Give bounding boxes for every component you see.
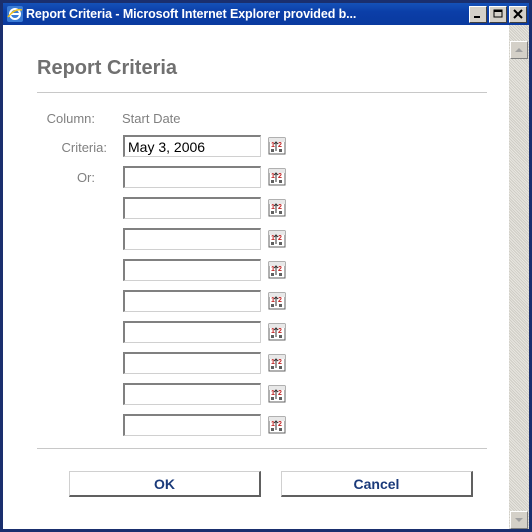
column-label: Column: (46, 111, 95, 126)
date-picker-icon[interactable]: 12 (267, 260, 287, 280)
date-picker-icon[interactable]: 12 (267, 322, 287, 342)
svg-text:2: 2 (278, 359, 282, 366)
window-title: Report Criteria - Microsoft Internet Exp… (26, 7, 357, 21)
dialog-window: Report Criteria - Microsoft Internet Exp… (0, 0, 532, 532)
ok-button[interactable]: OK (69, 471, 261, 497)
or-criteria-input[interactable] (123, 414, 261, 436)
or-criteria-input[interactable] (123, 290, 261, 312)
chevron-up-icon (515, 48, 523, 52)
column-value: Start Date (122, 111, 181, 126)
criteria-label: Criteria: (61, 140, 107, 155)
date-picker-icon[interactable]: 12 (267, 353, 287, 373)
date-picker-icon[interactable]: 12 (267, 291, 287, 311)
svg-text:2: 2 (278, 173, 282, 180)
svg-text:2: 2 (278, 390, 282, 397)
date-picker-icon[interactable]: 12 (267, 229, 287, 249)
svg-text:2: 2 (278, 297, 282, 304)
or-criteria-input[interactable] (123, 321, 261, 343)
scroll-up-button[interactable] (510, 41, 528, 59)
or-criteria-input[interactable] (123, 259, 261, 281)
svg-text:2: 2 (278, 142, 282, 149)
title-bar[interactable]: Report Criteria - Microsoft Internet Exp… (3, 3, 529, 25)
date-picker-icon[interactable]: 12 (267, 167, 287, 187)
svg-text:2: 2 (278, 204, 282, 211)
dialog-content: Report Criteria Column: Start Date Crite… (3, 25, 509, 529)
chevron-down-icon (515, 518, 523, 522)
divider (37, 92, 487, 93)
date-picker-icon[interactable]: 12 (267, 415, 287, 435)
maximize-button[interactable] (489, 5, 507, 23)
or-criteria-input[interactable] (123, 197, 261, 219)
page-title: Report Criteria (37, 57, 178, 79)
svg-text:2: 2 (278, 328, 282, 335)
minimize-button[interactable] (469, 5, 487, 23)
cancel-button[interactable]: Cancel (281, 471, 473, 497)
scroll-down-button[interactable] (510, 511, 528, 529)
or-criteria-input[interactable] (123, 352, 261, 374)
svg-text:2: 2 (278, 421, 282, 428)
internet-explorer-icon (6, 6, 23, 23)
svg-text:2: 2 (278, 266, 282, 273)
date-picker-icon[interactable]: 12 (267, 136, 287, 156)
or-criteria-input[interactable] (123, 166, 261, 188)
or-label: Or: (76, 170, 95, 185)
date-picker-icon[interactable]: 12 (267, 384, 287, 404)
or-criteria-input[interactable] (123, 228, 261, 250)
criteria-input[interactable] (123, 135, 261, 157)
close-button[interactable] (509, 5, 527, 23)
or-criteria-input[interactable] (123, 383, 261, 405)
divider (37, 448, 487, 449)
vertical-scrollbar[interactable] (509, 25, 529, 529)
svg-text:2: 2 (278, 235, 282, 242)
date-picker-icon[interactable]: 12 (267, 198, 287, 218)
